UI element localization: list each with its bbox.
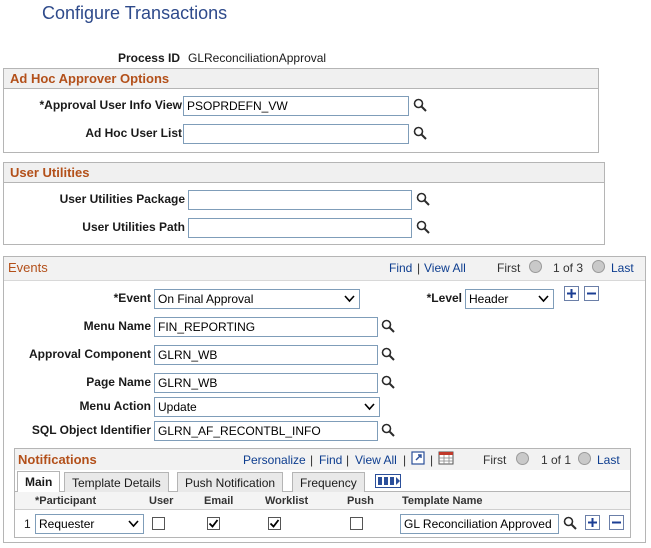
search-icon[interactable] xyxy=(413,126,427,140)
search-icon[interactable] xyxy=(416,192,430,206)
events-first-label[interactable]: First xyxy=(497,261,520,275)
user-checkbox[interactable] xyxy=(152,517,165,530)
search-icon[interactable] xyxy=(563,516,577,530)
column-header-push: Push xyxy=(347,495,374,507)
page-title: Configure Transactions xyxy=(42,3,228,23)
chevron-down-icon xyxy=(538,295,549,303)
notifications-view-all-link[interactable]: View All xyxy=(355,453,397,467)
tab-template-details[interactable]: Template Details xyxy=(64,472,169,492)
show-all-columns-icon[interactable] xyxy=(375,474,401,488)
approval-user-info-view-input[interactable]: PSOPRDEFN_VW xyxy=(183,96,409,116)
events-view-all-link[interactable]: View All xyxy=(424,261,466,275)
approval-component-label: Approval Component xyxy=(29,347,151,361)
next-arrow-icon[interactable] xyxy=(592,260,605,273)
notifications-first-label[interactable]: First xyxy=(483,453,506,467)
participant-select[interactable]: Requester xyxy=(35,514,144,534)
user-utilities-path-label: User Utilities Path xyxy=(82,220,185,234)
grid-header-row xyxy=(15,492,630,510)
approval-user-info-view-label: *Approval User Info View xyxy=(39,98,182,112)
notifications-pager: 1 of 1 xyxy=(541,453,572,467)
notifications-separator: | xyxy=(430,453,434,467)
next-arrow-icon[interactable] xyxy=(578,452,591,465)
add-notification-row-button[interactable] xyxy=(585,515,600,530)
download-grid-icon[interactable] xyxy=(438,450,454,466)
column-header-worklist: Worklist xyxy=(265,495,309,507)
notifications-last-link[interactable]: Last xyxy=(597,453,620,467)
adhoc-user-list-label: Ad Hoc User List xyxy=(85,126,182,140)
tab-frequency[interactable]: Frequency xyxy=(292,472,365,492)
column-header-user: User xyxy=(149,495,174,507)
delete-notification-row-button[interactable] xyxy=(609,515,624,530)
column-header-template-name: Template Name xyxy=(402,495,483,507)
sql-object-identifier-input[interactable]: GLRN_AF_RECONTBL_INFO xyxy=(154,421,378,441)
chevron-down-icon xyxy=(364,403,375,411)
process-id-value: GLReconciliationApproval xyxy=(188,51,327,65)
menu-action-label: Menu Action xyxy=(79,399,151,413)
notifications-separator: | xyxy=(310,453,314,467)
adhoc-approver-header: Ad Hoc Approver Options xyxy=(3,68,599,89)
user-utilities-package-input[interactable] xyxy=(188,190,412,210)
events-separator: | xyxy=(417,261,421,275)
events-pager: 1 of 3 xyxy=(553,261,584,275)
search-icon[interactable] xyxy=(416,220,430,234)
events-header-bar xyxy=(4,257,645,281)
event-select[interactable]: On Final Approval xyxy=(154,289,360,309)
previous-arrow-icon[interactable] xyxy=(516,452,529,465)
chevron-down-icon xyxy=(128,520,139,528)
checkmark-icon xyxy=(208,519,219,528)
row-number: 1 xyxy=(24,517,31,531)
search-icon[interactable] xyxy=(413,98,427,112)
page-name-label: Page Name xyxy=(86,375,151,389)
tab-push-notification[interactable]: Push Notification xyxy=(177,472,284,492)
search-icon[interactable] xyxy=(381,423,395,437)
event-select-value: On Final Approval xyxy=(158,292,254,306)
user-utilities-package-label: User Utilities Package xyxy=(59,192,185,206)
participant-select-value: Requester xyxy=(39,517,95,531)
events-find-link[interactable]: Find xyxy=(389,261,412,275)
page-name-input[interactable]: GLRN_WB xyxy=(154,373,378,393)
column-header-email: Email xyxy=(204,495,234,507)
search-icon[interactable] xyxy=(381,347,395,361)
plus-icon xyxy=(567,289,576,298)
plus-icon xyxy=(588,518,597,527)
worklist-checkbox[interactable] xyxy=(268,517,281,530)
process-id-label: Process ID xyxy=(117,51,180,65)
user-utilities-path-input[interactable] xyxy=(188,218,412,238)
personalize-link[interactable]: Personalize xyxy=(243,453,306,467)
minus-icon xyxy=(587,292,596,295)
event-label: *Event xyxy=(113,291,151,305)
level-label: *Level xyxy=(426,291,462,305)
search-icon[interactable] xyxy=(381,375,395,389)
menu-name-input[interactable]: FIN_REPORTING xyxy=(154,317,378,337)
minus-icon xyxy=(612,521,621,524)
adhoc-user-list-input[interactable] xyxy=(183,124,409,144)
menu-name-label: Menu Name xyxy=(83,319,151,333)
push-checkbox[interactable] xyxy=(350,517,363,530)
notifications-separator: | xyxy=(403,453,407,467)
menu-action-select[interactable]: Update xyxy=(154,397,380,417)
level-select[interactable]: Header xyxy=(465,289,554,309)
column-header-participant: *Participant xyxy=(35,495,97,507)
sql-object-identifier-label: SQL Object Identifier xyxy=(31,423,151,437)
notifications-separator: | xyxy=(346,453,350,467)
approval-component-input[interactable]: GLRN_WB xyxy=(154,345,378,365)
events-title: Events xyxy=(8,260,48,275)
notifications-find-link[interactable]: Find xyxy=(319,453,342,467)
delete-event-button[interactable] xyxy=(584,286,599,301)
chevron-down-icon xyxy=(344,295,355,303)
email-checkbox[interactable] xyxy=(207,517,220,530)
events-last-link[interactable]: Last xyxy=(611,261,634,275)
user-utilities-header: User Utilities xyxy=(3,162,605,183)
add-event-button[interactable] xyxy=(564,286,579,301)
checkmark-icon xyxy=(269,519,280,528)
template-name-input[interactable]: GL Reconciliation Approved xyxy=(400,514,559,534)
menu-action-select-value: Update xyxy=(158,400,197,414)
tab-main[interactable]: Main xyxy=(17,471,61,492)
previous-arrow-icon[interactable] xyxy=(529,260,542,273)
zoom-icon[interactable] xyxy=(411,451,425,465)
notifications-title: Notifications xyxy=(18,452,97,467)
search-icon[interactable] xyxy=(381,319,395,333)
level-select-value: Header xyxy=(469,292,509,306)
